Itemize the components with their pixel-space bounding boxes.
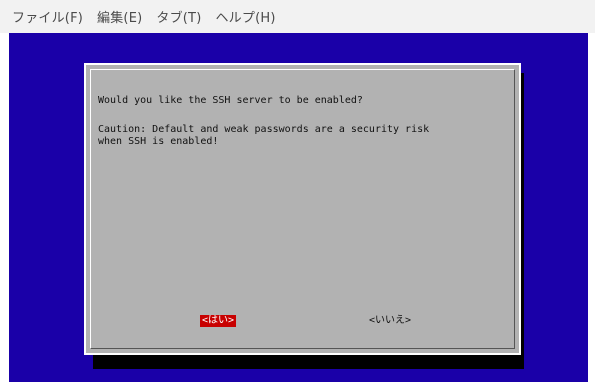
dialog-frame <box>90 69 515 349</box>
yes-button[interactable]: <はい> <box>200 315 237 327</box>
dialog-caution: Caution: Default and weak passwords are … <box>98 124 429 148</box>
no-button[interactable]: <いいえ> <box>367 315 413 327</box>
menu-bar: ファイル(F) 編集(E) タブ(T) ヘルプ(H) <box>0 0 595 33</box>
caution-line-1: Caution: Default and weak passwords are … <box>98 124 430 135</box>
caution-line-2: when SSH is enabled! <box>98 136 219 147</box>
menu-tab[interactable]: タブ(T) <box>156 7 201 26</box>
menu-edit[interactable]: 編集(E) <box>97 7 142 26</box>
menu-file[interactable]: ファイル(F) <box>12 7 83 26</box>
menu-help[interactable]: ヘルプ(H) <box>215 7 275 26</box>
dialog-question: Would you like the SSH server to be enab… <box>98 95 363 106</box>
